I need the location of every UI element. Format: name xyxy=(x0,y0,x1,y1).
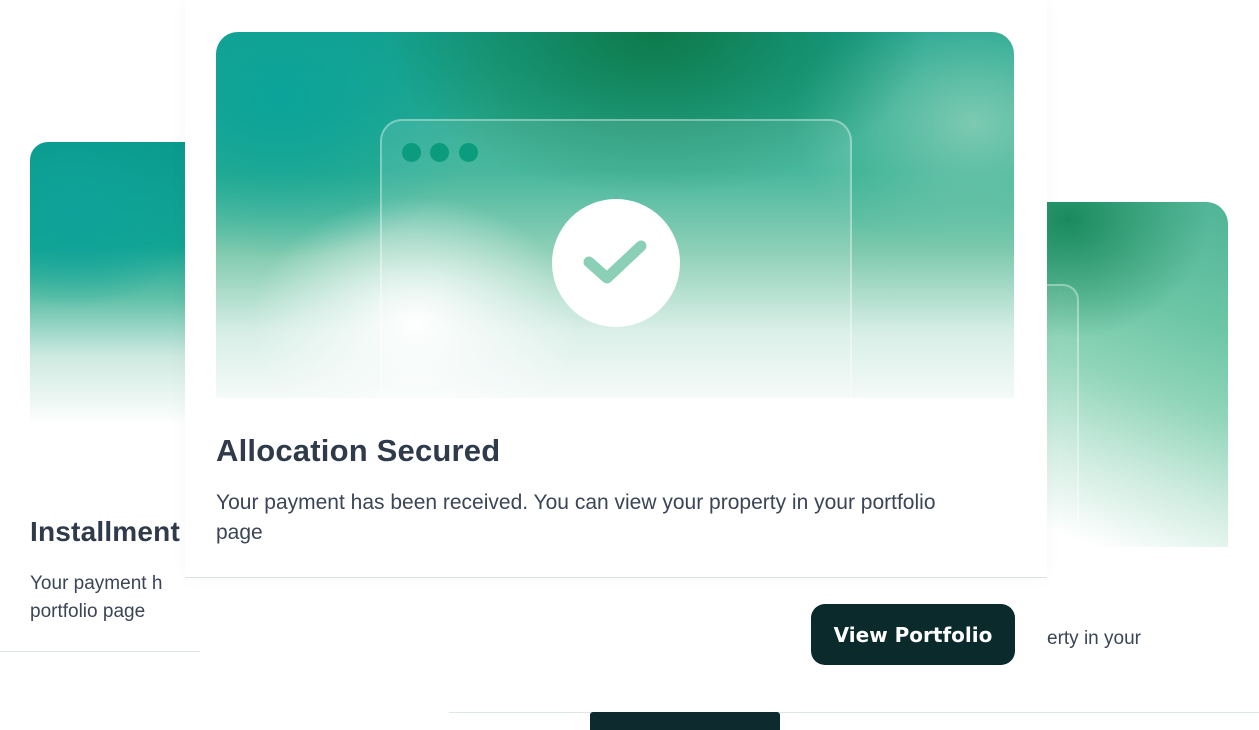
card-left-title: Installment xyxy=(30,516,181,547)
background-button-edge xyxy=(590,712,780,730)
window-dot-icon xyxy=(430,143,449,162)
window-dot-icon xyxy=(459,143,478,162)
card-right-description: erty in your xyxy=(1047,628,1141,649)
card-description: Your payment has been received. You can … xyxy=(216,491,936,544)
card-hero-image xyxy=(216,32,1014,398)
card-left-divider xyxy=(0,651,200,652)
window-dot-icon xyxy=(402,143,421,162)
card-left-description-text: Your payment h portfolio page xyxy=(30,573,163,622)
card-title: Allocation Secured xyxy=(216,433,501,468)
view-portfolio-button[interactable]: View Portfolio xyxy=(811,604,1015,665)
card-right-divider xyxy=(449,712,1259,713)
card-allocation-secured: Allocation Secured Your payment has been… xyxy=(185,0,1047,578)
checkmark-icon xyxy=(583,240,647,284)
carousel-stage: Installment Your payment h portfolio page… xyxy=(0,0,1259,730)
browser-window-illustration xyxy=(380,119,852,398)
success-check-badge xyxy=(552,199,680,327)
card-left-description: Your payment h portfolio page xyxy=(30,570,330,626)
